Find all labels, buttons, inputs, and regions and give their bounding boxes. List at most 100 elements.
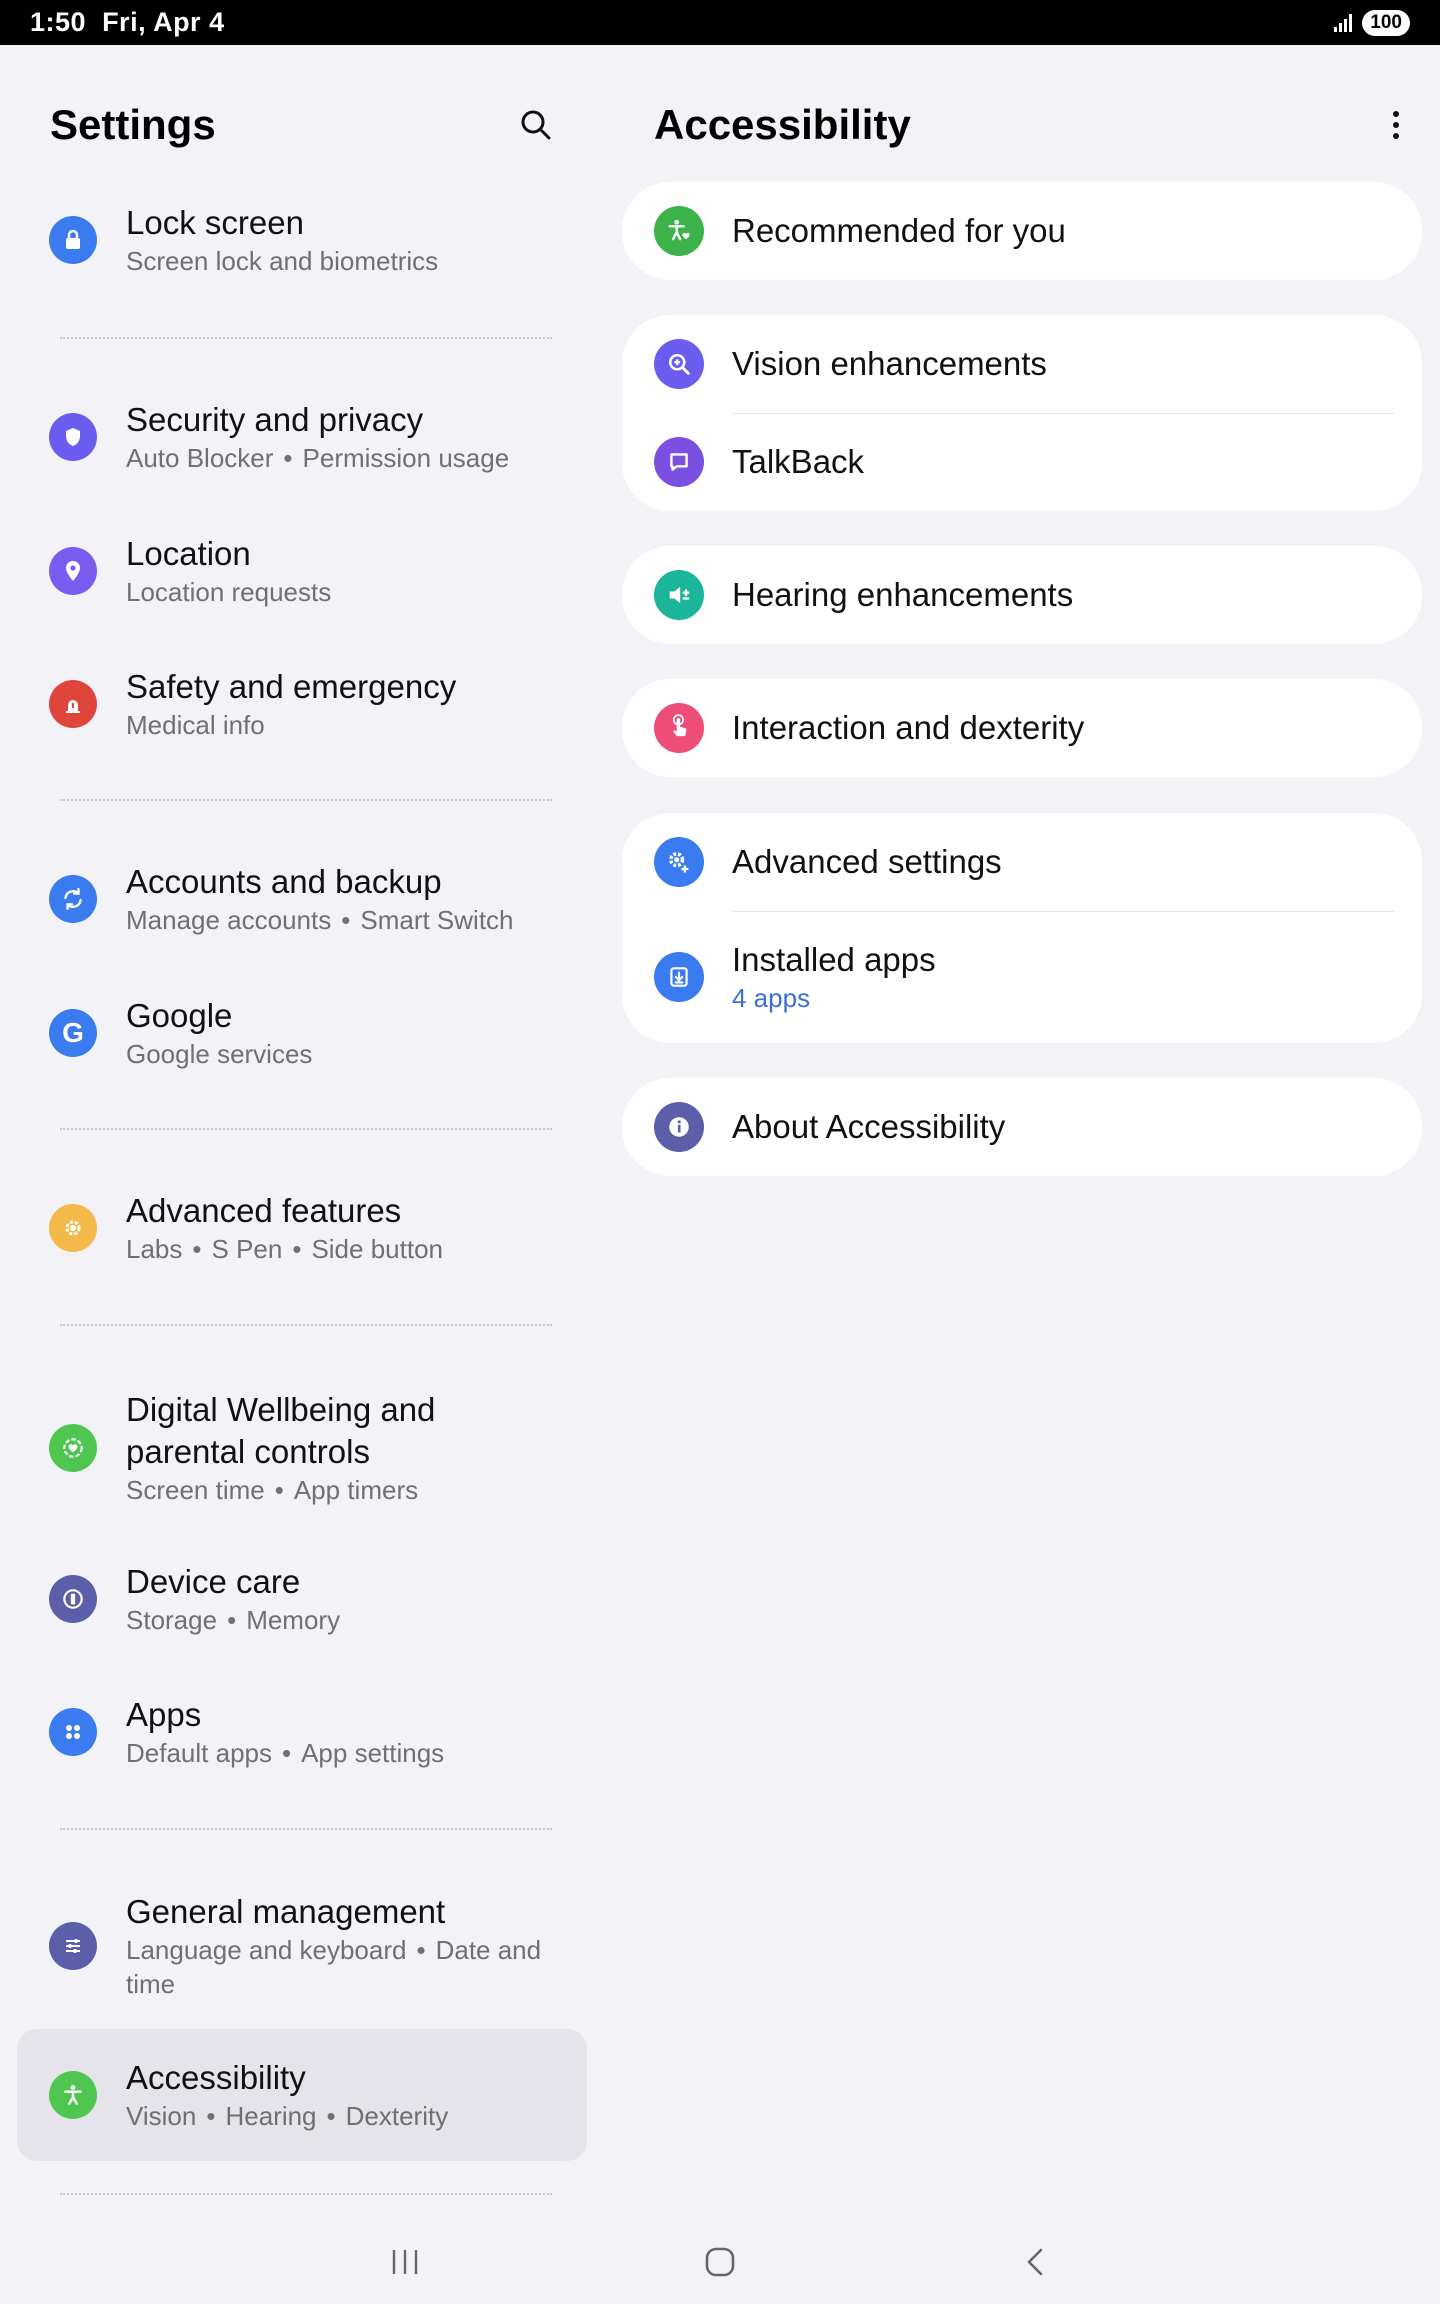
- card-about: About Accessibility: [622, 1078, 1422, 1176]
- settings-item-title: Advanced features: [126, 1192, 402, 1229]
- settings-item-subtitle: Default apps • App settings: [126, 1738, 445, 1768]
- settings-item-digital-wellbeing[interactable]: Digital Wellbeing and parental controls …: [17, 1375, 587, 1521]
- settings-item-title: General management: [126, 1893, 446, 1930]
- back-icon: [1027, 2248, 1043, 2276]
- item-title: Advanced settings: [732, 843, 1002, 880]
- more-vertical-icon: [1393, 111, 1399, 139]
- settings-item-subtitle: Storage • Memory: [126, 1605, 341, 1635]
- settings-header: Settings: [50, 101, 560, 149]
- settings-item-general-management[interactable]: General management Language and keyboard…: [17, 1883, 587, 2009]
- row-divider: [732, 911, 1394, 912]
- settings-item-subtitle: Screen lock and biometrics: [126, 246, 439, 276]
- settings-item-accounts-backup[interactable]: Accounts and backup Manage accounts • Smar…: [17, 849, 587, 949]
- settings-item-security-privacy[interactable]: Security and privacy Auto Blocker • Permis…: [17, 387, 587, 487]
- page-title: Settings: [50, 101, 216, 148]
- advanced-settings-item[interactable]: Advanced settings: [622, 813, 1422, 911]
- sliders-icon: [49, 1922, 97, 1970]
- item-title: TalkBack: [732, 443, 865, 480]
- settings-item-title: Safety and emergency: [126, 668, 457, 705]
- device-care-icon: [49, 1575, 97, 1623]
- gear-plus-icon: [49, 1204, 97, 1252]
- home-button[interactable]: [675, 2220, 765, 2304]
- item-title: Installed apps: [732, 941, 936, 978]
- settings-item-location[interactable]: Location Location requests: [17, 521, 587, 621]
- card-hearing: Hearing enhancements: [622, 546, 1422, 644]
- settings-list-pane: Settings Lock screen Screen lock and bio…: [0, 45, 600, 2245]
- settings-item-title: Accessibility: [126, 2059, 306, 2096]
- settings-item-subtitle: Vision • Hearing • Dexterity: [126, 2101, 449, 2131]
- google-icon: G: [49, 1009, 97, 1057]
- item-title: Hearing enhancements: [732, 576, 1074, 613]
- wellbeing-icon: [49, 1424, 97, 1472]
- signal-icon: [1334, 13, 1353, 32]
- settings-item-google[interactable]: G Google Google services: [17, 983, 587, 1083]
- recents-button[interactable]: [360, 2220, 450, 2304]
- more-options-button[interactable]: [1372, 101, 1420, 149]
- accessibility-header: Accessibility: [654, 101, 1420, 149]
- detail-title: Accessibility: [654, 101, 911, 148]
- settings-item-subtitle: Labs • S Pen • Side button: [126, 1234, 443, 1264]
- hearing-enhancements-item[interactable]: Hearing enhancements: [622, 546, 1422, 644]
- recommended-for-you-item[interactable]: Recommended for you: [622, 182, 1422, 280]
- settings-item-title: Apps: [126, 1696, 202, 1733]
- installed-apps-count: 4 apps: [732, 983, 811, 1013]
- settings-item-accessibility[interactable]: Accessibility Vision • Hearing • Dexterity: [17, 2029, 587, 2161]
- item-title: Recommended for you: [732, 212, 1066, 249]
- accessibility-icon: [49, 2071, 97, 2119]
- recents-icon: [392, 2250, 418, 2274]
- settings-item-title: Accounts and backup: [126, 863, 442, 900]
- settings-item-apps[interactable]: Apps Default apps • App settings: [17, 1682, 587, 1782]
- installed-apps-item[interactable]: Installed apps 4 apps: [622, 911, 1422, 1043]
- settings-item-title: Security and privacy: [126, 401, 424, 438]
- touch-hand-icon: [654, 703, 704, 753]
- search-icon: [521, 110, 551, 140]
- item-title: About Accessibility: [732, 1108, 1006, 1145]
- speech-bubble-icon: [654, 437, 704, 487]
- settings-item-subtitle: Auto Blocker • Permission usage: [126, 443, 510, 473]
- status-bar: 1:50 Fri, Apr 4 100: [0, 0, 1440, 45]
- settings-item-title: Google: [126, 997, 233, 1034]
- settings-item-title: Location: [126, 535, 251, 572]
- settings-item-title: Digital Wellbeing and parental controls: [126, 1391, 436, 1470]
- settings-item-title: Device care: [126, 1563, 301, 1600]
- gear-plus-icon: [654, 837, 704, 887]
- divider: [60, 2193, 552, 2195]
- talkback-item[interactable]: TalkBack: [622, 413, 1422, 511]
- card-interaction: Interaction and dexterity: [622, 679, 1422, 777]
- download-icon: [654, 952, 704, 1002]
- back-button[interactable]: [990, 2220, 1080, 2304]
- info-icon: [654, 1102, 704, 1152]
- settings-item-subtitle: Google services: [126, 1039, 313, 1069]
- row-divider: [732, 413, 1394, 414]
- emergency-icon: [49, 680, 97, 728]
- home-icon: [705, 2247, 735, 2277]
- divider: [60, 1128, 552, 1130]
- search-button[interactable]: [512, 101, 560, 149]
- settings-item-subtitle: Medical info: [126, 710, 265, 740]
- navigation-bar: [0, 2220, 1440, 2304]
- divider: [60, 1324, 552, 1326]
- item-title: Vision enhancements: [732, 345, 1047, 382]
- shield-icon: [49, 413, 97, 461]
- settings-item-device-care[interactable]: Device care Storage • Memory: [17, 1549, 587, 1649]
- apps-grid-icon: [49, 1708, 97, 1756]
- vision-enhancements-item[interactable]: Vision enhancements: [622, 315, 1422, 413]
- status-time: 1:50 Fri, Apr 4: [30, 7, 225, 37]
- settings-item-subtitle: Screen time • App timers: [126, 1475, 419, 1505]
- about-accessibility-item[interactable]: About Accessibility: [622, 1078, 1422, 1176]
- sync-icon: [49, 875, 97, 923]
- settings-item-lock-screen[interactable]: Lock screen Screen lock and biometrics: [17, 190, 587, 290]
- interaction-dexterity-item[interactable]: Interaction and dexterity: [622, 679, 1422, 777]
- battery-indicator: 100: [1362, 9, 1410, 36]
- magnifier-plus-icon: [654, 339, 704, 389]
- card-vision: Vision enhancements TalkBack: [622, 315, 1422, 511]
- location-pin-icon: [49, 547, 97, 595]
- settings-item-safety-emergency[interactable]: Safety and emergency Medical info: [17, 654, 587, 754]
- divider: [60, 337, 552, 339]
- settings-item-subtitle: Location requests: [126, 577, 332, 607]
- divider: [60, 1828, 552, 1830]
- divider: [60, 799, 552, 801]
- item-title: Interaction and dexterity: [732, 709, 1085, 746]
- settings-item-advanced-features[interactable]: Advanced features Labs • S Pen • Side button: [17, 1178, 587, 1278]
- status-icons: 100: [1334, 9, 1410, 36]
